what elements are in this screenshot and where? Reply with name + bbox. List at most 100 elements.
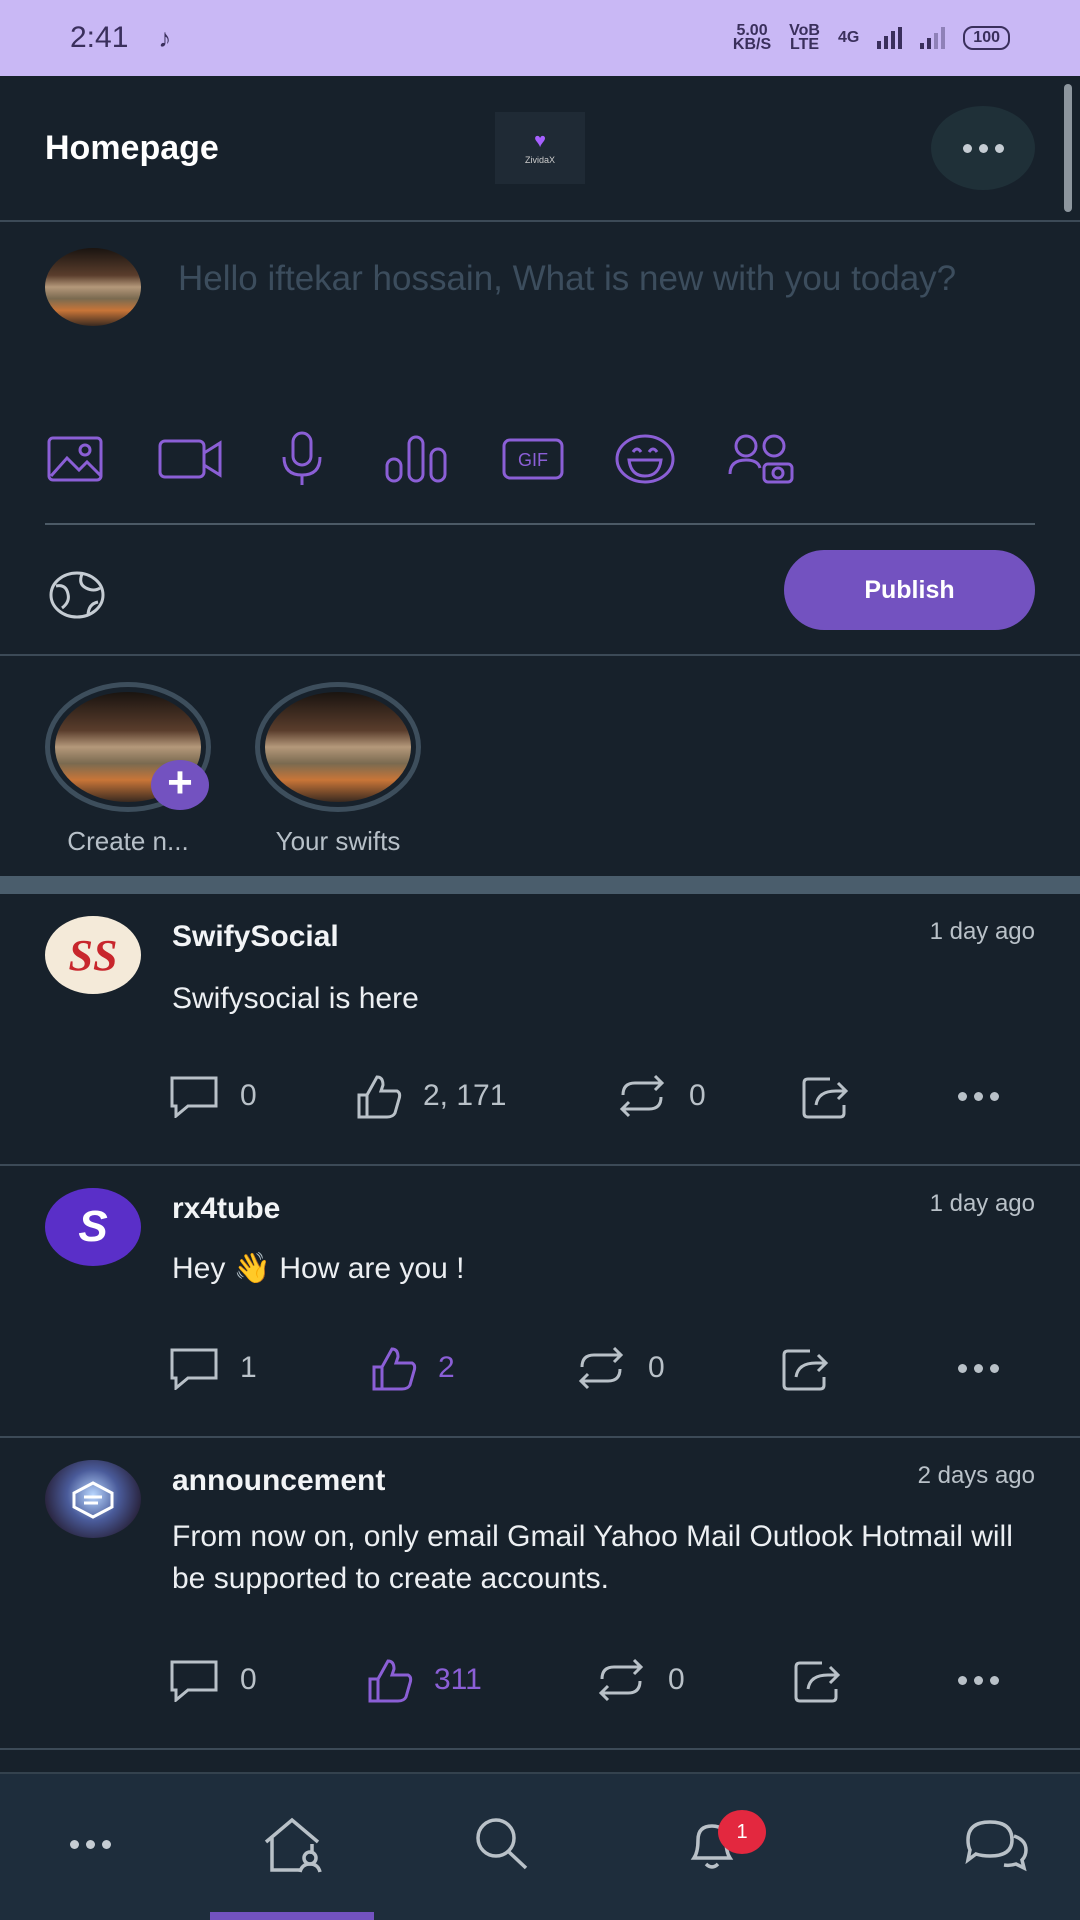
header-more-button[interactable] <box>931 106 1035 190</box>
battery-icon: 100 <box>963 26 1010 50</box>
composer-toolbar: GIF <box>45 429 1035 489</box>
poll-icon[interactable] <box>385 429 447 489</box>
post-more-button[interactable] <box>958 1066 999 1126</box>
share-button[interactable] <box>800 1066 852 1126</box>
nav-more[interactable] <box>50 1804 130 1884</box>
repost-button[interactable]: 0 <box>574 1338 665 1398</box>
image-icon[interactable] <box>45 429 105 489</box>
thumbs-up-icon <box>372 1347 417 1391</box>
feed-post[interactable]: announcement 2 days ago From now on, onl… <box>0 1438 1080 1750</box>
stories-row: + Create n... Your swifts <box>0 658 1080 876</box>
repost-button[interactable]: 0 <box>615 1066 706 1126</box>
more-icon <box>958 1675 999 1685</box>
nav-messages[interactable] <box>956 1804 1036 1884</box>
network-type: 4G <box>837 29 860 46</box>
post-actions: 1 2 0 <box>0 1338 1080 1398</box>
comment-button[interactable]: 0 <box>168 1066 257 1126</box>
post-author[interactable]: announcement <box>172 1464 385 1498</box>
share-button[interactable] <box>780 1338 832 1398</box>
comment-count: 0 <box>240 1079 257 1112</box>
share-icon <box>794 1661 841 1703</box>
app-logo[interactable]: ♥ ZividaX <box>495 112 585 184</box>
story-create[interactable]: + Create n... <box>45 682 211 857</box>
comment-icon <box>170 1660 218 1702</box>
announcement-logo-icon <box>72 1481 114 1519</box>
search-icon <box>476 1818 528 1870</box>
repost-icon <box>578 1346 624 1390</box>
feed-post[interactable]: S rx4tube 1 day ago Hey 👋 How are you ! … <box>0 1166 1080 1438</box>
post-avatar[interactable] <box>45 1460 141 1538</box>
repost-count: 0 <box>648 1351 665 1384</box>
repost-icon <box>619 1074 665 1118</box>
post-composer: Hello iftekar hossain, What is new with … <box>0 224 1080 656</box>
active-tab-indicator <box>210 1912 374 1920</box>
globe-icon[interactable] <box>48 570 106 625</box>
status-time: 2:41 <box>70 21 129 54</box>
emoji-icon[interactable] <box>613 429 677 489</box>
comment-count: 1 <box>240 1351 257 1384</box>
signal-icon <box>877 27 903 49</box>
post-actions: 0 2, 171 0 <box>0 1066 1080 1126</box>
feed-post[interactable]: SS SwifySocial 1 day ago Swifysocial is … <box>0 894 1080 1166</box>
story-label: Your swifts <box>275 826 401 856</box>
post-more-button[interactable] <box>958 1338 999 1398</box>
tiktok-notification-icon: ♪ <box>158 22 172 53</box>
like-button[interactable]: 311 <box>366 1650 482 1710</box>
comment-icon <box>170 1076 218 1118</box>
post-body: From now on, only email Gmail Yahoo Mail… <box>172 1520 1013 1595</box>
video-icon[interactable] <box>157 429 223 489</box>
post-author[interactable]: rx4tube <box>172 1192 280 1226</box>
like-button[interactable]: 2 <box>370 1338 455 1398</box>
like-count: 2, 171 <box>423 1079 507 1112</box>
more-icon <box>958 1091 999 1101</box>
post-time: 2 days ago <box>917 1462 1035 1489</box>
messages-icon <box>965 1820 1028 1872</box>
carrier-indicator: VoB LTE <box>789 23 820 53</box>
gif-label: GIF <box>518 450 548 470</box>
microphone-icon[interactable] <box>279 429 325 489</box>
user-avatar[interactable] <box>45 248 141 326</box>
thumbs-up-icon <box>368 1659 413 1703</box>
post-actions: 0 311 0 <box>0 1650 1080 1710</box>
story-avatar <box>265 692 411 802</box>
add-story-icon[interactable]: + <box>151 760 209 810</box>
logo-text: ZividaX <box>524 155 555 165</box>
scrollbar[interactable] <box>1064 84 1072 212</box>
post-body: Hey 👋 How are you ! <box>172 1252 465 1285</box>
home-icon <box>264 1817 322 1873</box>
post-time: 1 day ago <box>929 918 1035 945</box>
more-icon <box>962 143 1004 153</box>
network-speed-unit: KB/S <box>732 36 772 53</box>
page-title: Homepage <box>45 128 219 167</box>
status-bar: 2:41 ♪ 5.00 KB/S VoB LTE 4G 100 <box>0 0 1080 76</box>
composer-input[interactable]: Hello iftekar hossain, What is new with … <box>178 254 998 304</box>
section-separator <box>0 876 1080 894</box>
post-avatar[interactable]: SS <box>45 916 141 994</box>
bottom-navigation: 1 <box>0 1772 1080 1920</box>
publish-button[interactable]: Publish <box>784 550 1035 630</box>
share-button[interactable] <box>792 1650 844 1710</box>
repost-icon <box>598 1658 644 1702</box>
like-count: 2 <box>438 1351 455 1384</box>
story-ring <box>255 682 421 812</box>
gif-icon[interactable]: GIF <box>501 429 565 489</box>
comment-button[interactable]: 0 <box>168 1650 257 1710</box>
like-button[interactable]: 2, 171 <box>355 1066 506 1126</box>
carrier-bottom: LTE <box>790 36 820 53</box>
heart-logo-icon: ♥ <box>534 130 546 152</box>
post-author[interactable]: SwifySocial <box>172 920 339 954</box>
comment-count: 0 <box>240 1663 257 1696</box>
nav-home[interactable] <box>250 1804 340 1884</box>
repost-button[interactable]: 0 <box>594 1650 685 1710</box>
comment-button[interactable]: 1 <box>168 1338 257 1398</box>
repost-count: 0 <box>668 1663 685 1696</box>
story-your-swifts[interactable]: Your swifts <box>255 682 421 857</box>
network-speed: 5.00 KB/S <box>732 23 772 53</box>
nav-search[interactable] <box>462 1804 542 1884</box>
comment-icon <box>170 1348 218 1390</box>
post-more-button[interactable] <box>958 1650 999 1710</box>
notification-badge: 1 <box>718 1810 766 1854</box>
post-avatar[interactable]: S <box>45 1188 141 1266</box>
group-icon[interactable] <box>727 429 795 489</box>
post-body: Swifysocial is here <box>172 982 419 1015</box>
